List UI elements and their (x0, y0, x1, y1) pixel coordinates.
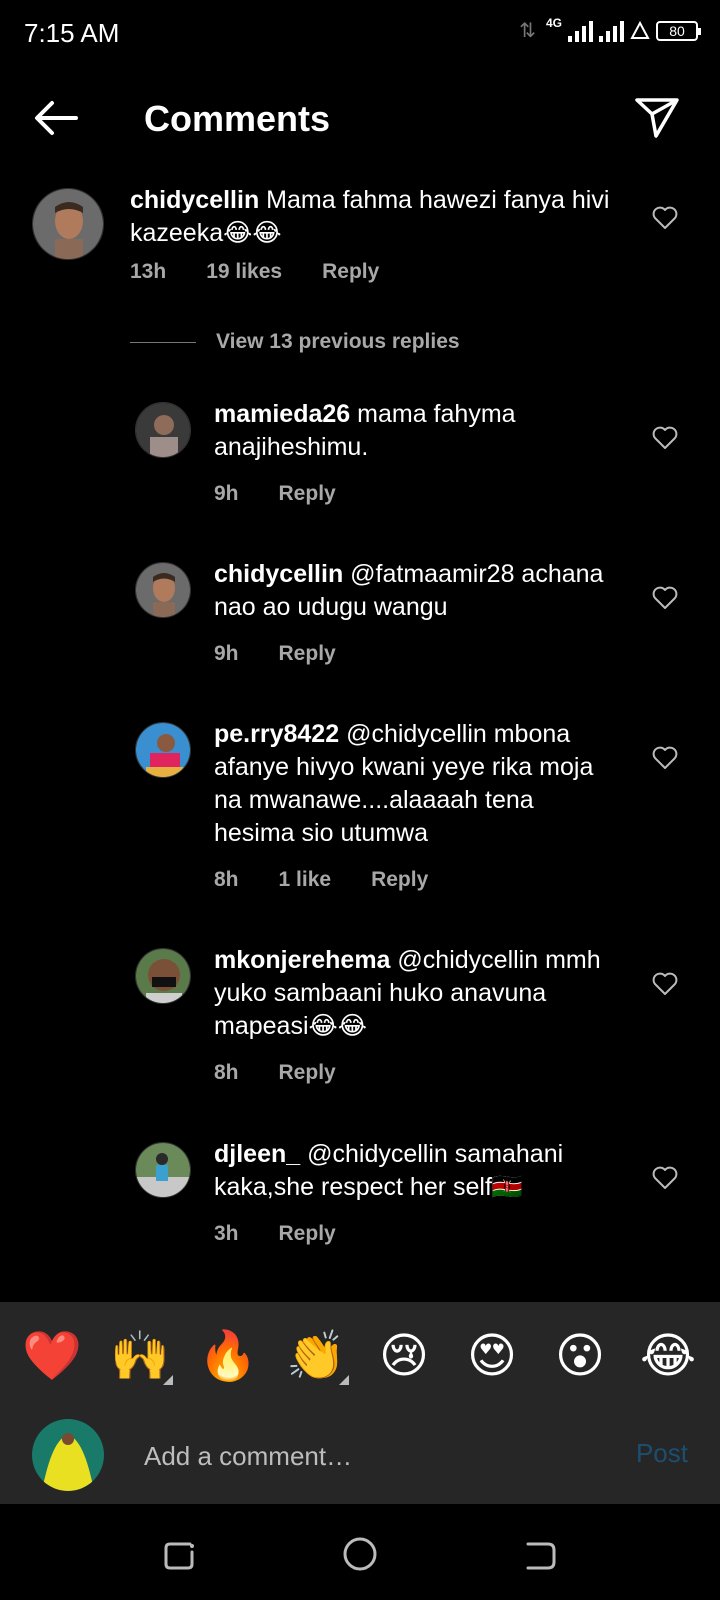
comment-text: chidycellin @fatmaamir28 achana nao ao u… (214, 558, 614, 624)
status-bar: 7:15 AM ⇅ 4G 80 (0, 0, 720, 66)
back-nav-icon[interactable] (520, 1534, 560, 1574)
battery-level: 80 (669, 22, 685, 39)
avatar[interactable] (135, 722, 191, 778)
comment-input[interactable] (144, 1434, 584, 1478)
like-heart-icon[interactable] (652, 426, 678, 450)
emoji-quick-bar: ❤️ 🙌 🔥 👏 😢 😍 😮 😂 (0, 1302, 720, 1412)
comment-time: 8h (214, 1061, 239, 1084)
like-heart-icon[interactable] (652, 206, 678, 230)
status-icons: ⇅ 4G 80 (519, 15, 701, 43)
reply-button[interactable]: Reply (279, 482, 336, 506)
comment-username[interactable]: pe.rry8422 (214, 720, 339, 748)
comment-likes[interactable]: 19 likes (206, 260, 282, 284)
comment-time: 9h (214, 482, 239, 505)
reply-button[interactable]: Reply (279, 1061, 336, 1085)
comment-text: pe.rry8422 @chidycellin mbona afanye hiv… (214, 718, 614, 850)
emoji-glyph: 🙌 (110, 1330, 170, 1383)
comment-time: 3h (214, 1222, 239, 1245)
like-heart-icon[interactable] (652, 1166, 678, 1190)
emoji-fire[interactable]: 🔥 (193, 1327, 263, 1387)
emoji-glyph: 👏 (286, 1330, 346, 1383)
emoji-raised-hands[interactable]: 🙌 (105, 1327, 175, 1387)
skin-tone-indicator (163, 1375, 173, 1385)
skin-tone-indicator (339, 1375, 349, 1385)
avatar[interactable] (135, 1142, 191, 1198)
like-heart-icon[interactable] (652, 586, 678, 610)
reply-button[interactable]: Reply (322, 260, 379, 284)
comment-meta: 9h Reply (214, 482, 336, 506)
share-direct-icon[interactable] (634, 96, 680, 140)
emoji-heart[interactable]: ❤️ (17, 1327, 87, 1387)
my-avatar (32, 1419, 104, 1491)
like-heart-icon[interactable] (652, 746, 678, 770)
signal-icon (568, 20, 593, 42)
comment-text: mkonjerehema @chidycellin mmh yuko samba… (214, 944, 614, 1043)
avatar[interactable] (135, 402, 191, 458)
data-arrows-icon: ⇅ (519, 20, 536, 42)
back-arrow-icon[interactable] (32, 98, 80, 138)
avatar[interactable] (32, 188, 104, 260)
comment-meta: 3h Reply (214, 1222, 336, 1246)
comment-text: mamieda26 mama fahyma anajiheshimu. (214, 398, 614, 464)
comment-composer: Post (0, 1412, 720, 1504)
network-type: 4G (545, 15, 562, 30)
comment-username[interactable]: mamieda26 (214, 400, 350, 428)
status-time: 7:15 AM (24, 18, 120, 48)
comment-meta: 8h 1 like Reply (214, 868, 428, 892)
comment-username[interactable]: mkonjerehema (214, 946, 390, 974)
signal-icon-2 (599, 20, 624, 42)
comment-time: 9h (214, 642, 239, 665)
comment-text: chidycellin Mama fahma hawezi fanya hivi… (130, 184, 620, 250)
comment-time: 13h (130, 260, 167, 283)
emoji-surprised-face[interactable]: 😮 (545, 1327, 615, 1387)
reply-button[interactable]: Reply (279, 1222, 336, 1246)
page-title: Comments (144, 98, 331, 139)
warning-icon (630, 20, 650, 39)
comment-meta: 8h Reply (214, 1061, 336, 1085)
header: Comments (0, 70, 720, 170)
comment-meta: 9h Reply (214, 642, 336, 666)
comment-text: djleen_ @chidycellin samahani kaka,she r… (214, 1138, 614, 1204)
reply-button[interactable]: Reply (371, 868, 428, 892)
comment-time: 8h (214, 868, 239, 891)
emoji-crying-face[interactable]: 😢 (369, 1327, 439, 1387)
view-previous-replies[interactable]: View 13 previous replies (130, 330, 460, 354)
battery-icon: 80 (656, 20, 701, 41)
avatar[interactable] (135, 948, 191, 1004)
emoji-heart-eyes[interactable]: 😍 (457, 1327, 527, 1387)
emoji-clapping-hands[interactable]: 👏 (281, 1327, 351, 1387)
comment-username[interactable]: chidycellin (214, 560, 343, 588)
recent-apps-icon[interactable] (160, 1534, 200, 1574)
avatar[interactable] (135, 562, 191, 618)
comment-username[interactable]: djleen_ (214, 1140, 300, 1168)
system-nav-bar (0, 1504, 720, 1600)
view-replies-label[interactable]: View 13 previous replies (216, 330, 460, 354)
post-button[interactable]: Post (636, 1438, 688, 1469)
comment-likes[interactable]: 1 like (279, 868, 332, 892)
like-heart-icon[interactable] (652, 972, 678, 996)
reply-button[interactable]: Reply (279, 642, 336, 666)
divider (130, 341, 196, 343)
comment-meta: 13h 19 likes Reply (130, 260, 379, 284)
comment-username[interactable]: chidycellin (130, 186, 259, 214)
home-icon[interactable] (340, 1534, 380, 1574)
emoji-tears-of-joy[interactable]: 😂 (633, 1327, 703, 1387)
